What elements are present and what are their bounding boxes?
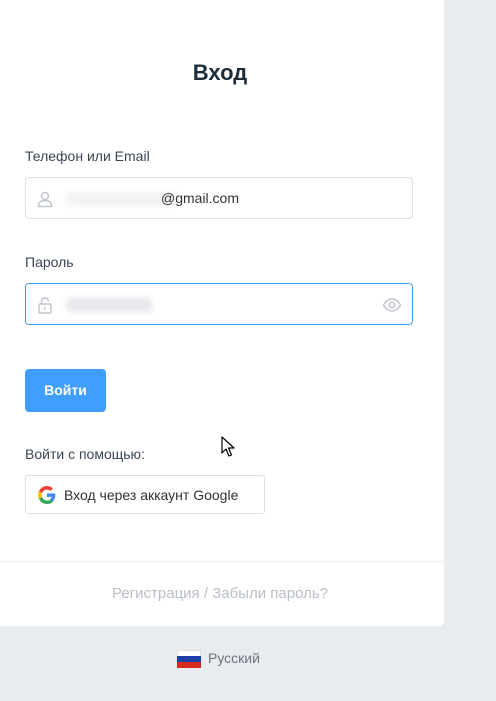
google-icon [38, 486, 56, 504]
forgot-password-link[interactable]: Забыли пароль? [212, 585, 328, 602]
phone-email-label: Телефон или Email [25, 148, 150, 164]
link-separator: / [203, 585, 209, 602]
russia-flag-icon [177, 650, 201, 668]
login-button[interactable]: Войти [25, 369, 106, 412]
google-button-label: Вход через аккаунт Google [64, 487, 239, 503]
language-label: Русский [208, 650, 260, 666]
eye-icon[interactable] [382, 296, 402, 314]
email-redacted [66, 192, 176, 206]
password-field[interactable] [25, 283, 413, 325]
footer-links: Регистрация / Забыли пароль? [0, 585, 440, 602]
password-label: Пароль [25, 254, 74, 270]
lock-icon [38, 297, 52, 314]
divider [0, 561, 444, 562]
user-icon [37, 191, 53, 208]
login-with-label: Войти с помощью: [25, 446, 145, 462]
email-value: @gmail.com [161, 190, 240, 206]
register-link[interactable]: Регистрация [112, 585, 200, 602]
page-title: Вход [192, 60, 248, 85]
login-card: Вход Телефон или Email @gmail.com Пароль… [0, 0, 444, 626]
password-redacted [66, 298, 152, 312]
mouse-cursor-icon [221, 436, 235, 457]
google-login-button[interactable]: Вход через аккаунт Google [25, 475, 265, 514]
phone-email-field[interactable]: @gmail.com [25, 177, 413, 219]
